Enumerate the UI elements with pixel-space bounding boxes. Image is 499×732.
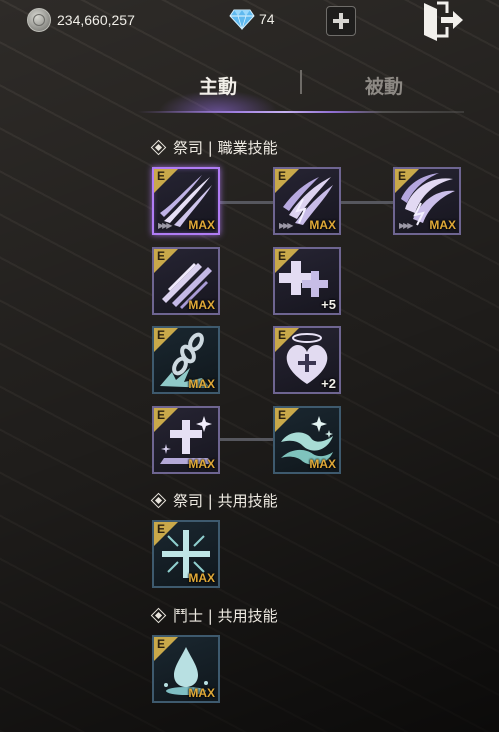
skill-slot-11[interactable]: E MAX (152, 635, 220, 703)
diamond-icon (229, 8, 255, 30)
exit-door-icon (424, 1, 463, 41)
section-title: 鬥士 | 共用技能 (173, 607, 278, 625)
skill-slot-10[interactable]: E MAX (152, 520, 220, 588)
skill-slot-9[interactable]: E MAX (273, 406, 341, 474)
skill-connector (220, 201, 274, 204)
skill-slot-5[interactable]: E +5 (273, 247, 341, 315)
section-title: 祭司 | 共用技能 (173, 492, 278, 510)
silver-coin-icon (27, 8, 51, 32)
tab-active-skills[interactable]: 主動 (138, 60, 298, 110)
skill-level: +2 (321, 376, 336, 391)
diamond-currency: 74 (229, 8, 275, 30)
skill-connector (340, 201, 394, 204)
corner-label: E (398, 169, 407, 183)
corner-label: E (278, 408, 287, 422)
skill-connector (220, 438, 274, 441)
section-header-warrior-shared: 鬥士 | 共用技能 (150, 605, 278, 626)
corner-label: E (157, 249, 166, 263)
skill-level: MAX (188, 298, 215, 312)
skill-level: MAX (188, 218, 215, 232)
plus-icon (333, 13, 349, 29)
corner-label: E (278, 169, 287, 183)
diamond-bullet-icon (150, 607, 167, 624)
diamond-bullet-icon (150, 492, 167, 509)
skill-slot-6[interactable]: E MAX (152, 326, 220, 394)
corner-label: E (157, 169, 166, 183)
diamond-amount: 74 (259, 11, 275, 27)
add-diamond-button[interactable] (326, 6, 356, 36)
skill-slot-7[interactable]: E +2 (273, 326, 341, 394)
section-header-priest-shared: 祭司 | 共用技能 (150, 490, 278, 511)
skill-level: MAX (188, 457, 215, 471)
skill-slot-2[interactable]: E ▶▶▶ MAX (273, 167, 341, 235)
skill-level: MAX (309, 218, 336, 232)
section-title: 祭司 | 職業技能 (173, 139, 278, 157)
upgrade-chevrons: ▶▶▶ (279, 221, 294, 230)
diamond-bullet-icon (150, 139, 167, 156)
skill-slot-4[interactable]: E MAX (152, 247, 220, 315)
corner-label: E (157, 522, 166, 536)
skill-level: MAX (188, 571, 215, 585)
tab-divider (300, 70, 302, 94)
top-bar: 234,660,257 74 (0, 0, 499, 44)
corner-label: E (278, 249, 287, 263)
section-header-class-skills: 祭司 | 職業技能 (150, 137, 278, 158)
skill-level: MAX (188, 377, 215, 391)
exit-button[interactable] (421, 0, 465, 42)
corner-label: E (157, 328, 166, 342)
skill-level: MAX (188, 686, 215, 700)
tab-passive-skills[interactable]: 被動 (304, 60, 464, 110)
upgrade-chevrons: ▶▶▶ (399, 221, 414, 230)
corner-label: E (157, 408, 166, 422)
skill-tabs: 主動 被動 (138, 60, 464, 116)
upgrade-chevrons: ▶▶▶ (158, 221, 173, 230)
corner-label: E (278, 328, 287, 342)
skill-level: MAX (309, 457, 336, 471)
skill-level: MAX (429, 218, 456, 232)
corner-label: E (157, 637, 166, 651)
tab-underline (138, 111, 464, 113)
skill-slot-1[interactable]: E ▶▶▶ MAX (152, 167, 220, 235)
silver-currency: 234,660,257 (27, 8, 135, 32)
skill-slot-8[interactable]: E MAX (152, 406, 220, 474)
skill-slot-3[interactable]: E ▶▶▶ MAX (393, 167, 461, 235)
silver-amount: 234,660,257 (57, 12, 135, 28)
skill-level: +5 (321, 297, 336, 312)
